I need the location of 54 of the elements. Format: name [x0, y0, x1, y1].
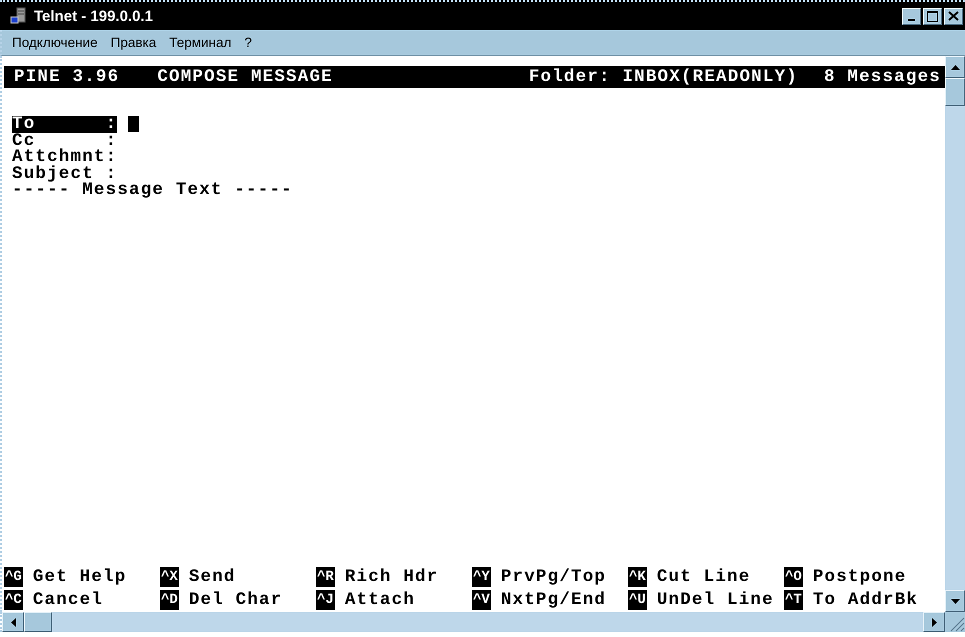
scroll-left-icon[interactable] — [10, 618, 16, 626]
shortcut-key: ^J — [316, 590, 335, 610]
command-label: Del Char — [188, 590, 282, 610]
scroll-thumb[interactable] — [24, 612, 52, 632]
command-label: Get Help — [32, 567, 126, 587]
command-label: Postpone — [812, 567, 906, 587]
shortcut-key: ^X — [160, 567, 179, 587]
shortcut-key: ^K — [628, 567, 647, 587]
command-label: NxtPg/End — [500, 590, 606, 610]
command-label: Cut Line — [656, 567, 750, 587]
shortcut-key: ^O — [784, 567, 803, 587]
menu-item[interactable]: ? — [244, 35, 252, 50]
command-label: PrvPg/Top — [500, 567, 606, 587]
command-label: Attach — [344, 590, 416, 610]
scroll-up-icon[interactable] — [950, 64, 960, 70]
command-label: UnDel Line — [656, 590, 774, 610]
shortcut-key: ^G — [4, 567, 23, 587]
shortcut-key: ^U — [628, 590, 647, 610]
text-cursor — [128, 116, 140, 132]
screen-name: COMPOSE MESSAGE — [157, 67, 333, 87]
command-label: Send — [188, 567, 236, 587]
minimize-icon — [908, 18, 915, 20]
horizontal-scrollbar[interactable] — [2, 612, 965, 632]
shortcut-key: ^R — [316, 567, 335, 587]
field-label[interactable]: To : — [12, 116, 118, 132]
command-label: Rich Hdr — [344, 567, 438, 587]
shortcut-key: ^T — [784, 590, 803, 610]
shortcut-key: ^C — [4, 590, 23, 610]
shortcut-key: ^Y — [472, 567, 491, 587]
scroll-right-icon[interactable] — [932, 618, 936, 626]
menu-item[interactable]: Правка — [110, 35, 156, 50]
field-label[interactable]: Subject : — [12, 166, 118, 182]
folder-status: Folder: INBOX(READONLY) — [528, 67, 798, 87]
shortcut-key: ^D — [160, 590, 179, 610]
message-text-divider: ----- Message Text ----- — [12, 182, 293, 198]
vertical-scrollbar[interactable] — [945, 56, 965, 612]
close-button[interactable] — [944, 8, 963, 24]
command-label: Cancel — [32, 590, 104, 610]
telnet-icon — [10, 7, 28, 25]
menu-item[interactable]: Подключение — [12, 35, 98, 50]
scroll-thumb[interactable] — [945, 78, 965, 106]
close-icon — [948, 11, 959, 21]
maximize-button[interactable] — [923, 8, 942, 24]
scroll-down-icon[interactable] — [950, 598, 960, 604]
window-title: Telnet - 199.0.0.1 — [34, 8, 154, 24]
message-count: 8 Messages — [824, 67, 941, 87]
field-label[interactable]: Attchmnt: — [12, 149, 118, 166]
shortcut-key: ^V — [472, 590, 491, 610]
menu-item[interactable]: Терминал — [169, 35, 232, 50]
field-label[interactable]: Cc : — [12, 132, 118, 149]
app-name: PINE 3.96 — [14, 67, 120, 87]
minimize-button[interactable] — [902, 8, 921, 24]
command-label: To AddrBk — [812, 590, 918, 610]
maximize-icon — [927, 10, 938, 22]
